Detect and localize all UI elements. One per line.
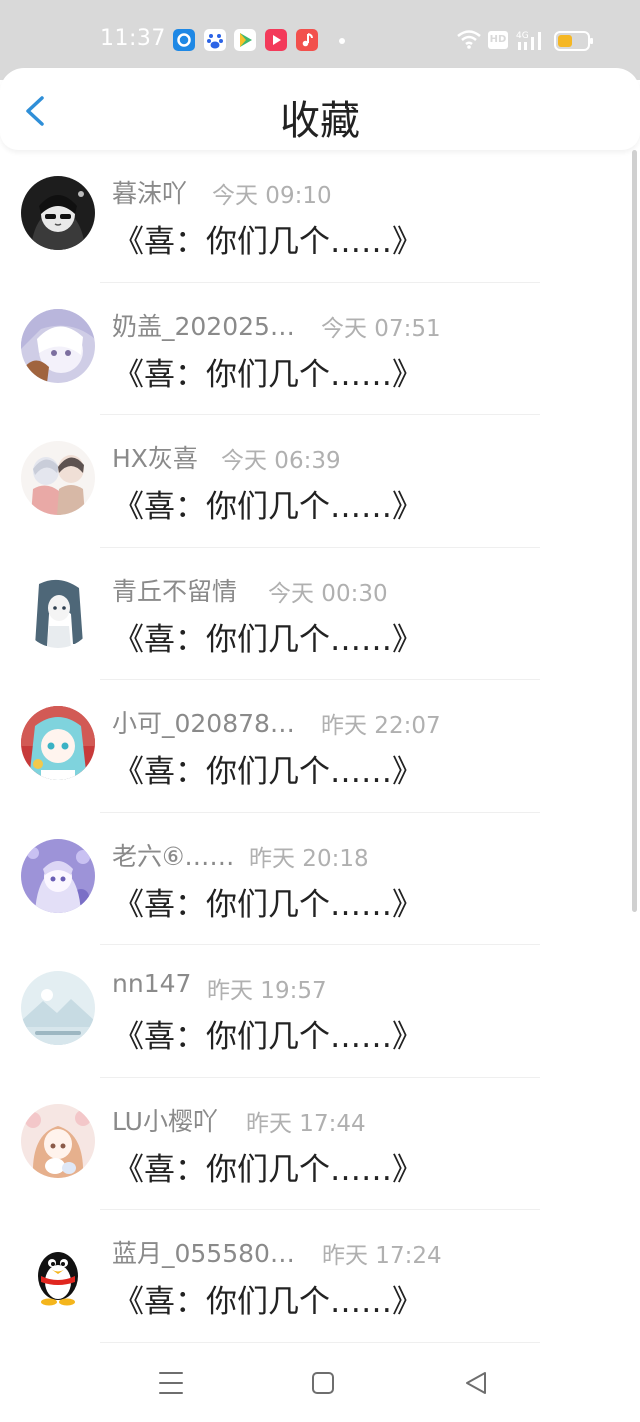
item-time: 昨天 19:57: [207, 978, 327, 1004]
item-time: 今天 09:10: [212, 183, 332, 209]
avatar[interactable]: [21, 1103, 95, 1178]
header-bar: 收藏: [0, 68, 640, 150]
item-time: 昨天 20:18: [249, 845, 369, 872]
item-preview: 《喜：你们几个……》: [113, 754, 423, 790]
status-time: 11:37: [100, 26, 166, 51]
home-button[interactable]: [301, 1361, 345, 1405]
item-name: HX灰喜: [112, 444, 198, 473]
video-app-icon: [265, 29, 287, 51]
svg-text:4G: 4G: [516, 31, 529, 41]
favorite-item[interactable]: 暮沫吖 今天 09:10 《喜：你们几个……》: [0, 150, 640, 283]
item-time: 昨天 17:44: [246, 1110, 366, 1137]
item-time: 昨天 17:24: [322, 1243, 442, 1269]
avatar[interactable]: [21, 706, 95, 780]
divider: [100, 1341, 540, 1343]
item-preview: 《喜：你们几个……》: [113, 886, 423, 923]
item-preview: 《喜：你们几个……》: [113, 489, 423, 525]
music-app-icon: [296, 29, 318, 51]
avatar[interactable]: [21, 573, 95, 648]
item-name: 老六⑥……: [112, 841, 235, 871]
item-time: 今天 00:30: [268, 580, 388, 607]
item-time: 昨天 22:07: [321, 713, 441, 739]
favorite-item[interactable]: 小可_020878… 昨天 22:07 《喜：你们几个……》: [0, 680, 640, 813]
item-preview: 《喜：你们几个……》: [113, 621, 423, 658]
triangle-back-icon: [466, 1372, 486, 1394]
favorites-list: 暮沫吖 今天 09:10 《喜：你们几个……》 奶盖_202025… 今天 07…: [0, 150, 640, 1343]
square-home-icon: [312, 1372, 334, 1394]
avatar[interactable]: [21, 176, 95, 250]
baidu-app-icon: [204, 29, 226, 51]
item-name: 蓝月_055580…: [112, 1239, 295, 1268]
item-preview: 《喜：你们几个……》: [113, 224, 423, 260]
favorite-item[interactable]: 老六⑥…… 昨天 20:18 《喜：你们几个……》: [0, 813, 640, 945]
item-name: 青丘不留情: [112, 576, 238, 606]
favorite-item[interactable]: 奶盖_202025… 今天 07:51 《喜：你们几个……》: [0, 283, 640, 415]
item-name: LU小樱吖: [112, 1106, 218, 1136]
favorite-item[interactable]: HX灰喜 今天 06:39 《喜：你们几个……》: [0, 415, 640, 548]
scrollbar[interactable]: [632, 150, 637, 912]
favorite-item[interactable]: nn147 昨天 19:57 《喜：你们几个……》: [0, 945, 640, 1078]
menu-icon: [159, 1372, 183, 1394]
hd-badge: HD: [488, 31, 508, 49]
menu-button[interactable]: [149, 1361, 193, 1405]
favorite-item[interactable]: 蓝月_055580… 昨天 17:24 《喜：你们几个……》: [0, 1210, 640, 1343]
avatar[interactable]: [21, 838, 95, 913]
play-app-icon: [234, 29, 256, 51]
item-preview: 《喜：你们几个……》: [113, 1019, 423, 1055]
item-preview: 《喜：你们几个……》: [113, 1151, 423, 1188]
item-name: 奶盖_202025…: [112, 311, 295, 341]
item-preview: 《喜：你们几个……》: [113, 356, 423, 393]
page-title: 收藏: [280, 98, 360, 144]
navigation-bar: [0, 1344, 640, 1422]
signal-icon: 4G: [516, 31, 541, 50]
favorites-screen: 11:37 HD 4G 收藏 暮沫吖 今天 09:10 《喜：你们几个……》 奶…: [0, 0, 640, 1422]
avatar[interactable]: [21, 308, 95, 383]
avatar[interactable]: [21, 1236, 95, 1310]
notification-dot: [339, 38, 345, 44]
avatar[interactable]: [21, 971, 95, 1045]
browser-app-icon: [173, 29, 195, 51]
item-time: 今天 06:39: [221, 448, 341, 474]
battery-icon: [554, 31, 593, 51]
favorite-item[interactable]: 青丘不留情 今天 00:30 《喜：你们几个……》: [0, 548, 640, 680]
system-back-button[interactable]: [454, 1361, 498, 1405]
item-name: 小可_020878…: [112, 709, 295, 738]
item-preview: 《喜：你们几个……》: [113, 1284, 423, 1320]
wifi-icon: [457, 30, 481, 49]
item-name: nn147: [112, 969, 192, 998]
favorite-item[interactable]: LU小樱吖 昨天 17:44 《喜：你们几个……》: [0, 1078, 640, 1210]
item-name: 暮沫吖: [112, 179, 188, 208]
item-time: 今天 07:51: [321, 315, 441, 342]
avatar[interactable]: [21, 441, 95, 515]
